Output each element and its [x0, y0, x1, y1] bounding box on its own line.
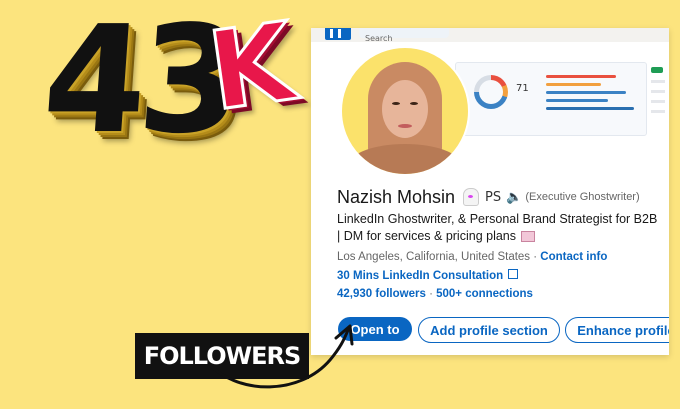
open-to-button[interactable]: Open to — [338, 317, 412, 341]
connections-link[interactable]: 500+ connections — [436, 288, 533, 300]
ghost-emoji-icon — [463, 188, 480, 206]
linkedin-logo-icon[interactable] — [325, 28, 351, 40]
dashboard-bar — [546, 99, 608, 102]
thumbnail-canvas: 43 K Search 71 Nazish Mohsin PS 🔈 (Execu… — [0, 0, 680, 409]
profile-initials: PS — [485, 189, 502, 205]
network-counts: 42,930 followers · 500+ connections — [337, 288, 669, 300]
dashboard-bar — [546, 91, 626, 94]
avatar-lips — [398, 124, 412, 128]
pronunciation-label: (Executive Ghostwriter) — [525, 191, 640, 203]
followers-link[interactable]: 42,930 followers — [337, 288, 426, 300]
location-text: Los Angeles, California, United States — [337, 251, 531, 263]
avatar-eye — [392, 102, 400, 105]
profile-name: Nazish Mohsin — [337, 186, 456, 207]
headline-line-2-text: | DM for services & pricing plans — [337, 229, 516, 243]
k-graphic: K — [200, 0, 303, 137]
featured-link-text[interactable]: 30 Mins LinkedIn Consultation — [337, 270, 503, 282]
search-input[interactable]: Search — [359, 28, 449, 43]
headline-line-1: LinkedIn Ghostwriter, & Personal Brand S… — [337, 212, 658, 226]
dashboard-bar — [546, 75, 616, 78]
add-profile-section-button[interactable]: Add profile section — [418, 317, 560, 343]
dashboard-side — [651, 60, 669, 130]
dashboard-bar — [546, 83, 601, 86]
avatar-face — [382, 80, 428, 138]
score-ring-chart — [474, 75, 508, 109]
mail-emoji-icon — [521, 231, 535, 243]
profile-info: Nazish Mohsin PS 🔈 (Executive Ghostwrite… — [337, 185, 669, 301]
score-text: 71 — [516, 83, 529, 94]
avatar-eye — [410, 102, 418, 105]
profile-card: Search 71 Nazish Mohsin PS 🔈 (Executive … — [311, 28, 669, 355]
avatar[interactable] — [340, 46, 470, 176]
enhance-profile-button[interactable]: Enhance profile — [565, 317, 669, 343]
profile-headline: LinkedIn Ghostwriter, & Personal Brand S… — [337, 211, 669, 245]
name-row: Nazish Mohsin PS 🔈 (Executive Ghostwrite… — [337, 185, 669, 209]
external-link-icon[interactable] — [508, 269, 519, 279]
avatar-shoulders — [350, 144, 460, 174]
featured-link-row[interactable]: 30 Mins LinkedIn Consultation — [337, 269, 669, 282]
followers-badge: FOLLOWERS — [135, 333, 309, 379]
top-nav: Search — [311, 28, 669, 43]
dashboard-bar — [546, 107, 634, 110]
location-row: Los Angeles, California, United States ·… — [337, 251, 669, 263]
headline-line-2: | DM for services & pricing plans — [337, 228, 669, 245]
contact-info-link[interactable]: Contact info — [540, 251, 607, 263]
score-value: 71 — [516, 83, 529, 94]
dashboard-widget: 71 — [455, 62, 647, 136]
speaker-icon[interactable]: 🔈 — [506, 190, 522, 205]
